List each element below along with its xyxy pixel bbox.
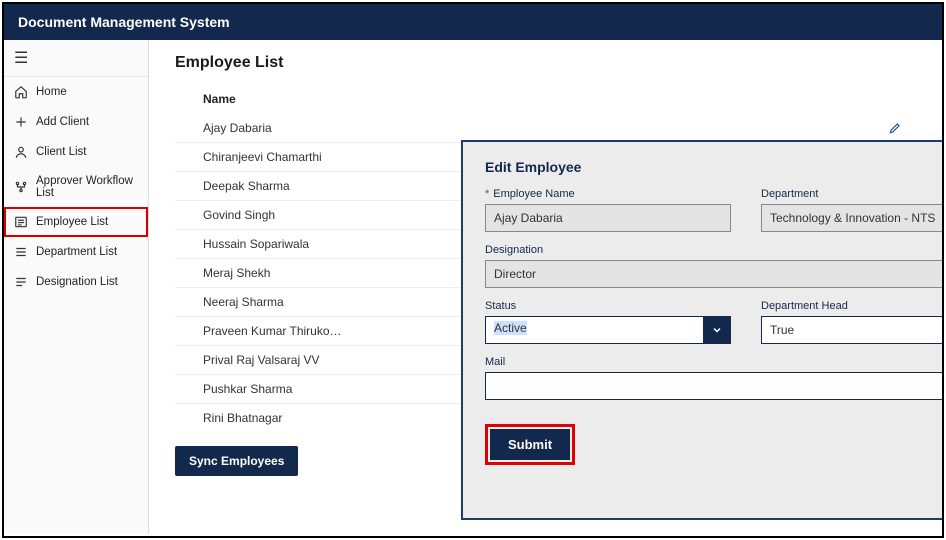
sidebar-item-home[interactable]: Home (4, 77, 148, 107)
mail-label: Mail (485, 356, 942, 368)
employee-name-cell: Deepak Sharma (203, 179, 343, 193)
plus-icon (14, 115, 28, 129)
column-header-name: Name (175, 86, 916, 114)
employee-name-cell: Ajay Dabaria (203, 121, 343, 135)
app-window: Document Management System ☰ Home Add Cl… (2, 2, 944, 538)
department-field[interactable] (761, 204, 942, 232)
employee-name-cell: Prival Raj Valsaraj VV (203, 353, 343, 367)
lines-icon (14, 245, 28, 259)
titlebar: Document Management System (4, 4, 942, 40)
main-content: Employee List Name Ajay Dabaria Chiranjee… (149, 40, 942, 534)
employee-name-field[interactable] (485, 204, 731, 232)
sidebar-item-label: Department List (36, 246, 117, 258)
employee-name-cell: Govind Singh (203, 208, 343, 222)
employee-name-cell: Rini Bhatnagar (203, 411, 343, 425)
mail-field[interactable] (485, 372, 942, 400)
workflow-icon (14, 180, 28, 194)
employee-name-cell: Meraj Shekh (203, 266, 343, 280)
list-icon (14, 215, 28, 229)
sidebar-item-label: Approver Workflow List (36, 175, 138, 199)
status-select[interactable]: Active (485, 316, 731, 344)
status-value: Active (494, 321, 527, 335)
sidebar: ☰ Home Add Client Client List (4, 40, 149, 534)
department-label: Department (761, 188, 942, 200)
hamburger-menu[interactable]: ☰ (4, 40, 148, 77)
sidebar-item-department-list[interactable]: Department List (4, 237, 148, 267)
modal-title: Edit Employee (485, 159, 581, 175)
sidebar-item-label: Home (36, 86, 67, 98)
edit-button[interactable] (888, 121, 916, 135)
page-title: Employee List (175, 54, 916, 72)
submit-highlight: Submit (485, 424, 575, 465)
pencil-icon (888, 121, 902, 135)
hamburger-icon: ☰ (14, 50, 28, 67)
table-row: Ajay Dabaria (175, 114, 916, 142)
employee-name-cell: Praveen Kumar Thirukovalluru (203, 324, 343, 338)
sidebar-item-label: Add Client (36, 116, 89, 128)
sync-employees-button[interactable]: Sync Employees (175, 446, 298, 476)
employee-name-cell: Neeraj Sharma (203, 295, 343, 309)
sidebar-item-add-client[interactable]: Add Client (4, 107, 148, 137)
lines-icon (14, 275, 28, 289)
employee-name-label: *Employee Name (485, 188, 731, 200)
edit-employee-modal: Edit Employee ✕ *Employee Name Departmen… (461, 140, 942, 520)
app-title: Document Management System (18, 14, 230, 30)
sidebar-item-client-list[interactable]: Client List (4, 137, 148, 167)
sidebar-item-employee-list[interactable]: Employee List (4, 207, 148, 237)
sidebar-item-label: Client List (36, 146, 87, 158)
submit-button[interactable]: Submit (490, 429, 570, 460)
designation-label: Designation (485, 244, 942, 256)
department-head-label: Department Head (761, 300, 942, 312)
designation-field[interactable] (485, 260, 942, 288)
employee-name-cell: Pushkar Sharma (203, 382, 343, 396)
employee-name-cell: Chiranjeevi Chamarthi (203, 150, 343, 164)
sidebar-item-label: Designation List (36, 276, 118, 288)
employee-name-cell: Hussain Sopariwala (203, 237, 343, 251)
status-label: Status (485, 300, 731, 312)
sidebar-item-approver-workflow[interactable]: Approver Workflow List (4, 167, 148, 207)
chevron-down-icon[interactable] (703, 316, 731, 344)
home-icon (14, 85, 28, 99)
person-icon (14, 145, 28, 159)
sidebar-item-label: Employee List (36, 216, 108, 228)
sidebar-item-designation-list[interactable]: Designation List (4, 267, 148, 297)
department-head-field[interactable] (761, 316, 942, 344)
